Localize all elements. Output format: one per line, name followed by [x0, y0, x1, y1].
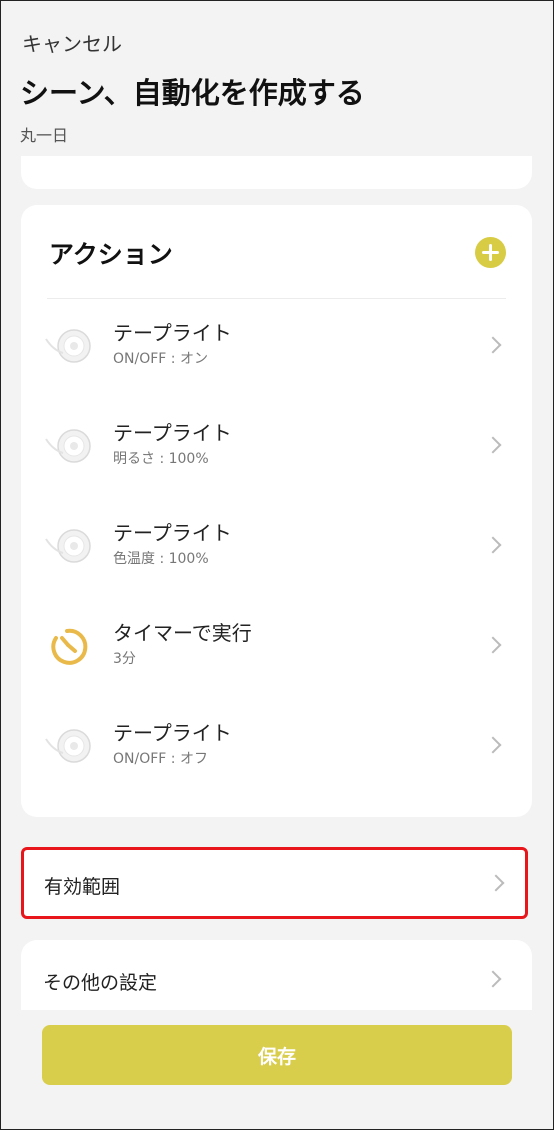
scope-row[interactable]: 有効範囲	[21, 847, 528, 919]
action-name: テープライト	[113, 721, 232, 745]
action-row[interactable]: タイマーで実行 3分	[21, 600, 532, 690]
action-card: アクション テープライト ON/OFF : オン テープライト 明るさ : 10…	[21, 205, 532, 817]
action-name: テープライト	[113, 521, 232, 545]
action-section-title: アクション	[49, 240, 173, 269]
add-action-button[interactable]	[475, 237, 506, 268]
chevron-right-icon	[484, 436, 502, 454]
action-name: タイマーで実行	[113, 621, 252, 645]
other-settings-row[interactable]: その他の設定	[21, 940, 532, 1010]
chevron-right-icon	[487, 874, 505, 892]
action-detail: ON/OFF : オフ	[113, 751, 208, 767]
action-detail: 3分	[113, 651, 136, 667]
scope-label: 有効範囲	[44, 876, 121, 898]
action-name: テープライト	[113, 421, 232, 445]
chevron-right-icon	[484, 736, 502, 754]
tape-light-icon	[45, 729, 91, 763]
chevron-right-icon	[484, 970, 502, 988]
action-name: テープライト	[113, 321, 232, 345]
chevron-right-icon	[484, 336, 502, 354]
action-row[interactable]: テープライト ON/OFF : オン	[21, 300, 532, 390]
other-settings-label: その他の設定	[43, 972, 158, 994]
save-button[interactable]: 保存	[42, 1025, 512, 1085]
divider	[47, 298, 506, 299]
action-detail: 色温度 : 100%	[113, 551, 209, 567]
page-title: シーン、自動化を作成する	[20, 76, 365, 110]
chevron-right-icon	[484, 536, 502, 554]
action-row[interactable]: テープライト 明るさ : 100%	[21, 400, 532, 490]
chevron-right-icon	[484, 636, 502, 654]
tape-light-icon	[45, 529, 91, 563]
page-subtitle: 丸一日	[20, 126, 69, 145]
tape-light-icon	[45, 329, 91, 363]
cancel-button[interactable]: キャンセル	[22, 28, 122, 57]
action-row[interactable]: テープライト 色温度 : 100%	[21, 500, 532, 590]
tape-light-icon	[45, 429, 91, 463]
action-row[interactable]: テープライト ON/OFF : オフ	[21, 700, 532, 790]
action-detail: ON/OFF : オン	[113, 351, 208, 367]
action-detail: 明るさ : 100%	[113, 451, 209, 467]
timer-icon	[51, 628, 88, 665]
condition-card	[21, 156, 532, 189]
